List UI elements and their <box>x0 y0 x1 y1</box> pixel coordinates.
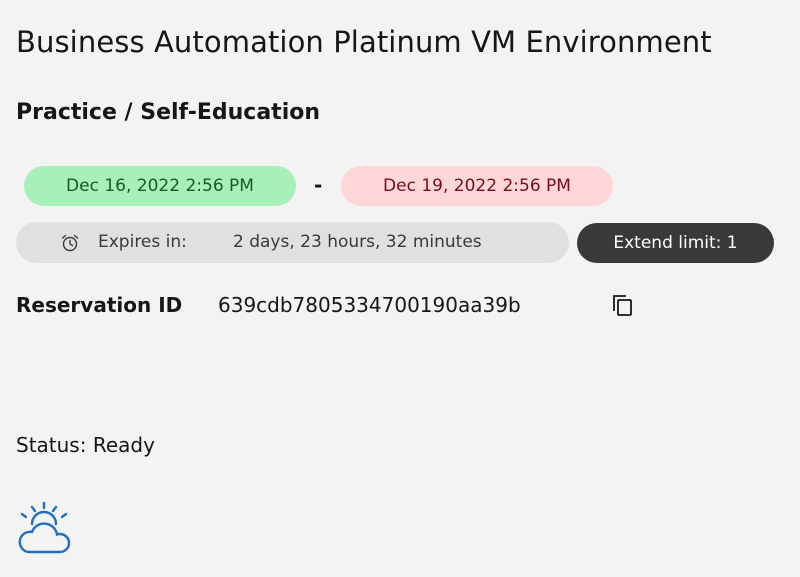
reservation-id-value: 639cdb7805334700190aa39b <box>218 293 521 317</box>
environment-purpose: Practice / Self-Education <box>16 100 321 125</box>
expires-in-label: Expires in: <box>98 232 187 252</box>
ibm-cloud-icon <box>18 501 71 554</box>
end-date-tag: Dec 19, 2022 2:56 PM <box>341 166 613 206</box>
environment-title: Business Automation Platinum VM Environm… <box>16 25 712 59</box>
environment-card: Business Automation Platinum VM Environm… <box>0 0 800 577</box>
status-text: Status: Ready <box>16 433 155 457</box>
reservation-id-label: Reservation ID <box>16 293 183 317</box>
alarm-clock-icon <box>61 234 79 252</box>
expires-in-tag: Expires in: 2 days, 23 hours, 32 minutes <box>16 222 569 263</box>
copy-icon[interactable] <box>608 292 640 320</box>
date-range-separator: - <box>314 173 323 197</box>
expires-in-value: 2 days, 23 hours, 32 minutes <box>233 232 482 252</box>
extend-limit-button[interactable]: Extend limit: 1 <box>577 223 774 263</box>
start-date-tag: Dec 16, 2022 2:56 PM <box>24 166 296 206</box>
